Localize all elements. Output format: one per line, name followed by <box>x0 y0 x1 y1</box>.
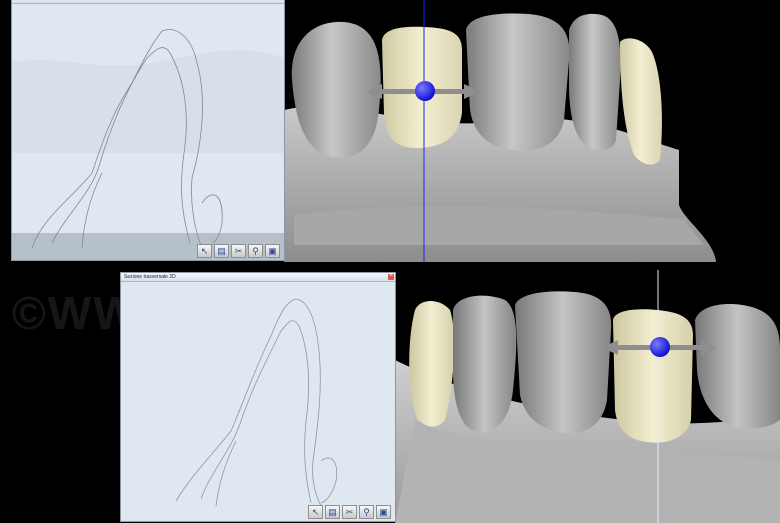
scissors-icon[interactable]: ✂ <box>342 505 357 519</box>
tooth-ivory-left <box>409 301 455 427</box>
printer-icon[interactable]: ▤ <box>214 244 229 258</box>
cross-section-panel-bottom: Sezione trasversale 2D ↖ ▤ ✂ ⚲ ▣ <box>120 272 396 522</box>
panel-toolbar: ↖ ▤ ✂ ⚲ ▣ <box>197 244 280 258</box>
tooth-center <box>466 13 570 151</box>
magnifier-icon[interactable]: ⚲ <box>359 505 374 519</box>
panel-title: Sezione trasversale 2D <box>124 274 176 280</box>
cross-section-canvas[interactable]: ↖ ▤ ✂ ⚲ ▣ <box>12 3 284 260</box>
panel-toolbar: ↖ ▤ ✂ ⚲ ▣ <box>308 505 391 519</box>
printer-icon[interactable]: ▤ <box>325 505 340 519</box>
tooth-center <box>515 291 612 434</box>
tooth-right <box>569 13 621 151</box>
cursor-tool-icon[interactable]: ↖ <box>308 505 323 519</box>
image-export-icon[interactable]: ▣ <box>376 505 391 519</box>
bottom-3d-viewport[interactable] <box>395 270 780 523</box>
tooth-left <box>453 295 517 433</box>
cross-section-panel-top: ↖ ▤ ✂ ⚲ ▣ <box>11 0 285 261</box>
scissors-icon[interactable]: ✂ <box>231 244 246 258</box>
magnifier-icon[interactable]: ⚲ <box>248 244 263 258</box>
top-3d-viewport[interactable] <box>284 0 716 262</box>
close-icon[interactable] <box>388 273 394 280</box>
cursor-tool-icon[interactable]: ↖ <box>197 244 212 258</box>
tooth-right <box>695 304 780 429</box>
manipulator-handle <box>650 337 670 357</box>
cross-section-canvas[interactable]: ↖ ▤ ✂ ⚲ ▣ <box>121 281 395 521</box>
section-outline <box>175 298 338 507</box>
crown-tooth <box>613 309 693 443</box>
image-export-icon[interactable]: ▣ <box>265 244 280 258</box>
manipulator-handle <box>415 81 435 101</box>
